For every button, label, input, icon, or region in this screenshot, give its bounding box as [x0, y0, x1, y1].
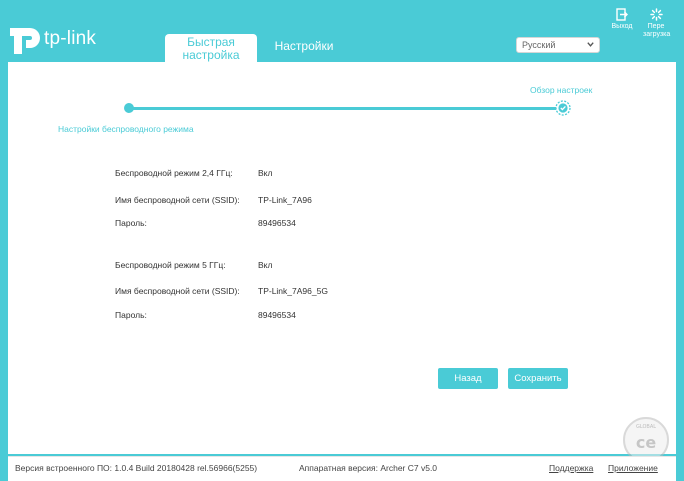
tab-quick-setup-line2: настройка — [182, 48, 240, 62]
value-ssid-5: TP-Link_7A96_5G — [258, 286, 328, 296]
label-ssid-5: Имя беспроводной сети (SSID): — [115, 286, 240, 296]
top-bar: tp-link Быстрая настройка Настройки Русс… — [0, 0, 684, 62]
logout-label: Выход — [611, 23, 633, 30]
label-wireless-24: Беспроводной режим 2,4 ГГц: — [115, 168, 233, 178]
value-password-5: 89496534 — [258, 310, 296, 320]
reboot-label-line2: загрузка — [643, 31, 671, 38]
reboot-icon — [649, 8, 663, 21]
chevron-down-icon — [587, 42, 594, 47]
wizard-progress-line — [129, 107, 564, 110]
firmware-version: Версия встроенного ПО: 1.0.4 Build 20180… — [15, 463, 258, 473]
step-label-wireless: Настройки беспроводного режима — [58, 124, 194, 134]
value-wireless-24: Вкл — [258, 168, 273, 178]
back-button[interactable]: Назад — [438, 368, 498, 389]
label-ssid-24: Имя беспроводной сети (SSID): — [115, 195, 240, 205]
logout-button[interactable]: Выход — [609, 8, 635, 31]
label-wireless-5: Беспроводной режим 5 ГГц: — [115, 260, 226, 270]
wizard-step-current-icon — [555, 100, 571, 116]
value-ssid-24: TP-Link_7A96 — [258, 195, 312, 205]
value-password-24: 89496534 — [258, 218, 296, 228]
footer: Версия встроенного ПО: 1.0.4 Build 20180… — [8, 456, 676, 481]
main-panel: Обзор настроек Настройки беспроводного р… — [8, 62, 676, 454]
logout-icon — [616, 8, 628, 21]
label-password-5: Пароль: — [115, 310, 147, 320]
reboot-label-line1: Пере — [647, 23, 665, 30]
support-link[interactable]: Поддержка — [549, 463, 593, 473]
svg-text:ce: ce — [636, 433, 656, 452]
tp-link-logo-icon — [10, 28, 40, 54]
svg-text:GLOBAL: GLOBAL — [636, 424, 656, 430]
language-select[interactable]: Русский — [516, 37, 600, 53]
tp-link-logo: tp-link — [6, 22, 116, 56]
tab-quick-setup[interactable]: Быстрая настройка — [165, 34, 257, 62]
save-button[interactable]: Сохранить — [508, 368, 568, 389]
value-wireless-5: Вкл — [258, 260, 273, 270]
step-label-review: Обзор настроек — [530, 85, 593, 95]
logo-text: tp-link — [44, 28, 97, 49]
reboot-button[interactable]: Пере загрузка — [643, 8, 671, 39]
language-selected: Русский — [522, 40, 556, 50]
label-password-24: Пароль: — [115, 218, 147, 228]
hardware-version: Аппаратная версия: Archer C7 v5.0 — [299, 463, 438, 473]
wizard-step-dot-first — [124, 103, 134, 113]
app-link[interactable]: Приложение — [608, 463, 658, 473]
